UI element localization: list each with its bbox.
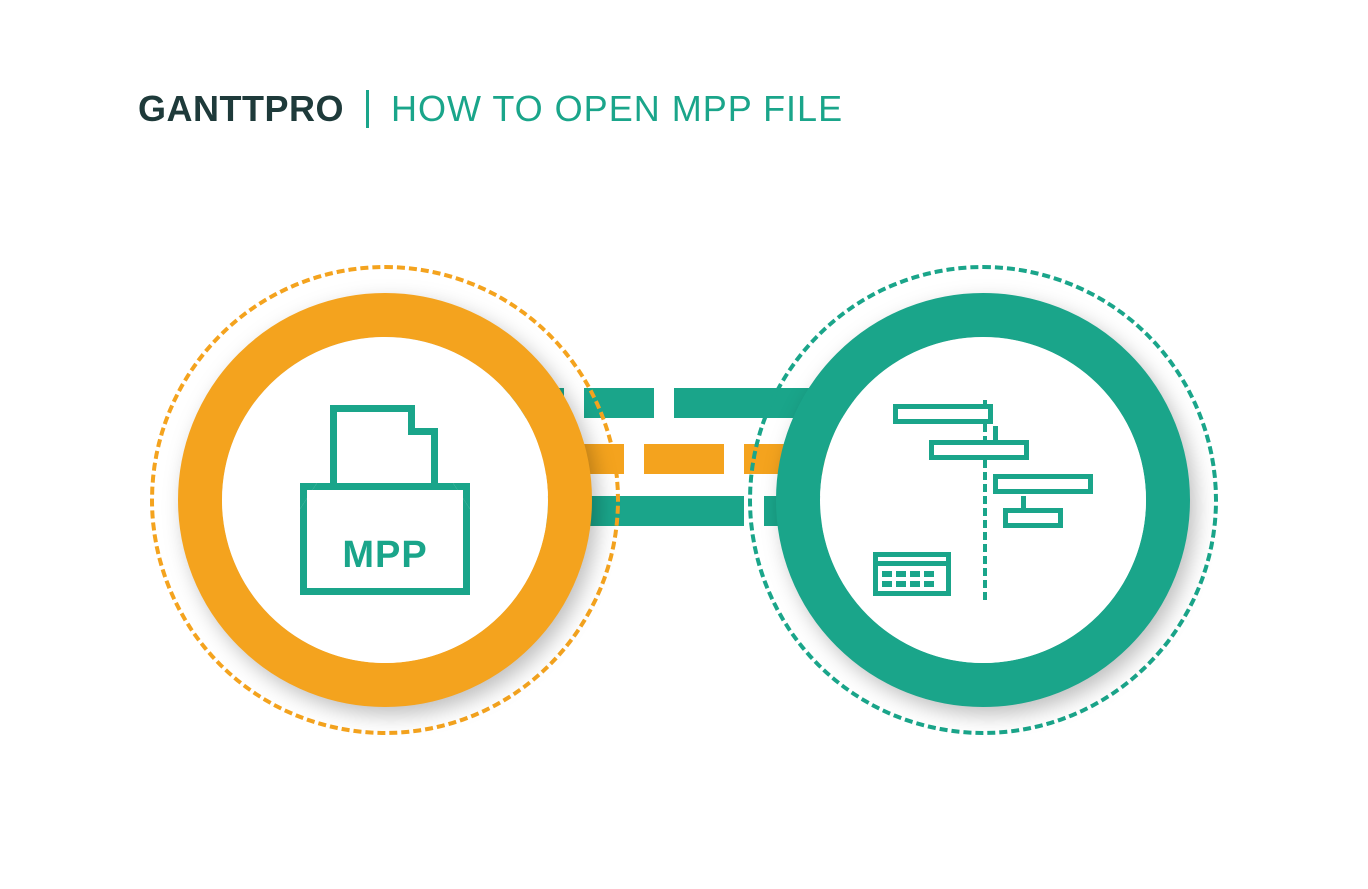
calendar-cell	[896, 581, 906, 587]
right-node-content	[820, 337, 1146, 663]
calendar-cell	[910, 571, 920, 577]
page-header: GANTTPRO HOW TO OPEN MPP FILE	[138, 88, 843, 130]
connector-segment	[644, 444, 724, 474]
gantt-bar	[993, 474, 1093, 494]
calendar-header	[873, 552, 951, 566]
left-node-content: MPP	[222, 337, 548, 663]
calendar-cell	[924, 571, 934, 577]
calendar-cell	[924, 581, 934, 587]
gantt-axis	[983, 400, 987, 600]
gantt-bar	[929, 440, 1029, 460]
diagram-stage: MPP	[0, 200, 1368, 760]
calendar-cell	[882, 581, 892, 587]
mpp-label: MPP	[307, 534, 463, 577]
calendar-cell	[910, 581, 920, 587]
calendar-icon	[873, 552, 951, 596]
mpp-file-icon: MPP	[300, 405, 470, 595]
page-title: HOW TO OPEN MPP FILE	[391, 88, 843, 130]
calendar-cell	[882, 571, 892, 577]
mpp-box: MPP	[300, 483, 470, 595]
gantt-tick	[993, 426, 998, 440]
gantt-bar	[893, 404, 993, 424]
header-divider	[366, 90, 369, 128]
left-node: MPP	[150, 265, 620, 735]
mpp-fold-corner	[408, 405, 438, 435]
right-node	[748, 265, 1218, 735]
gantt-chart-icon	[873, 400, 1093, 600]
mpp-box-flap	[300, 483, 470, 509]
gantt-bar	[1003, 508, 1063, 528]
calendar-cell	[896, 571, 906, 577]
logo-text: GANTTPRO	[138, 88, 344, 130]
